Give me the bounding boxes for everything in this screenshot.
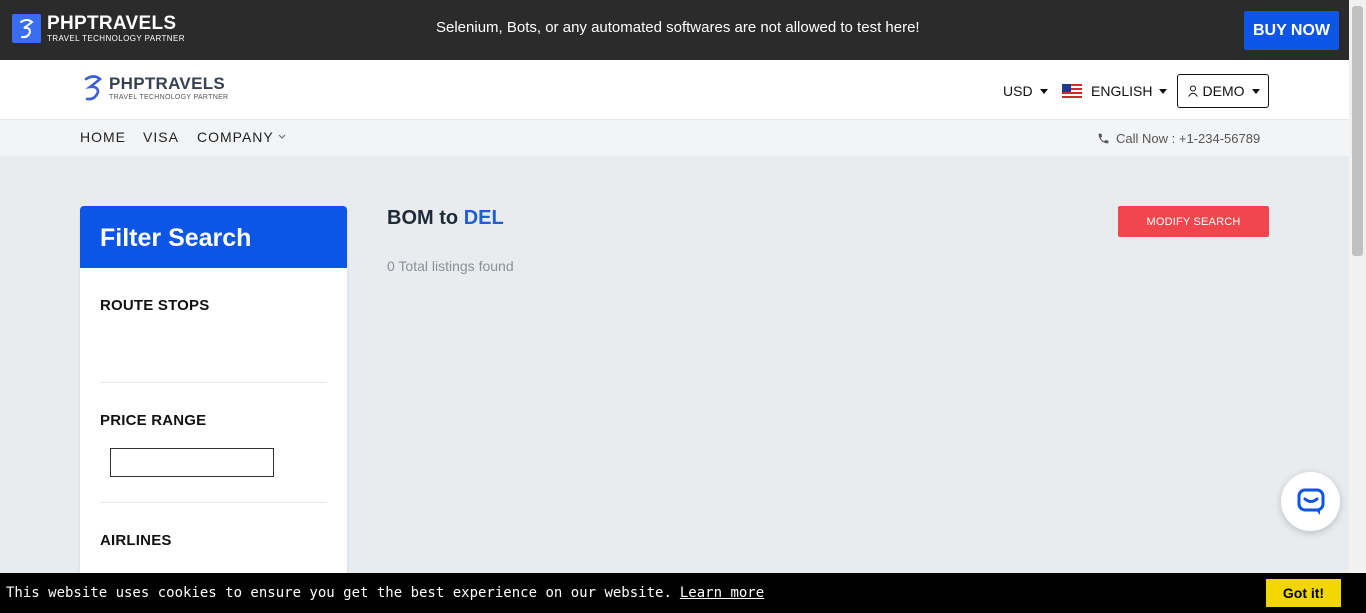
caret-down-icon — [1251, 88, 1260, 94]
route-title: BOM to DEL — [387, 207, 504, 230]
user-icon — [1187, 85, 1198, 97]
header-logo-tagline: TRAVEL TECHNOLOGY PARTNER — [109, 94, 229, 101]
listings-count: 0 Total listings found — [387, 258, 514, 274]
account-dropdown-button[interactable]: DEMO — [1177, 74, 1269, 108]
modify-search-button[interactable]: MODIFY SEARCH — [1118, 206, 1269, 237]
account-label: DEMO — [1202, 83, 1245, 99]
call-now-text: Call Now : +1-234-56789 — [1116, 131, 1261, 146]
caret-down-icon — [1159, 88, 1168, 94]
nav-item-home[interactable]: HOME — [80, 129, 126, 145]
nav-item-visa[interactable]: VISA — [143, 129, 179, 145]
phptravels-logo-icon — [84, 75, 103, 101]
route-destination: DEL — [463, 207, 504, 229]
page-scrollbar[interactable] — [1349, 0, 1366, 613]
promo-logo[interactable]: PHPTRAVELS TRAVEL TECHNOLOGY PARTNER — [12, 14, 185, 43]
currency-label: USD — [1003, 83, 1033, 99]
chat-icon — [1297, 488, 1324, 515]
phptravels-logo-icon — [12, 14, 41, 43]
route-stops-heading: ROUTE STOPS — [100, 297, 210, 314]
nav-item-company-label: COMPANY — [197, 129, 274, 145]
language-dropdown[interactable]: ENGLISH — [1062, 83, 1168, 99]
price-range-heading: PRICE RANGE — [100, 412, 207, 429]
main-nav: HOME VISA COMPANY Call Now : +1-234-5678… — [0, 120, 1349, 156]
scrollbar-thumb[interactable] — [1352, 6, 1363, 256]
site-header: PHPTRAVELS TRAVEL TECHNOLOGY PARTNER USD… — [0, 60, 1349, 120]
price-range-input[interactable] — [110, 448, 274, 477]
automation-notice: Selenium, Bots, or any automated softwar… — [436, 19, 920, 36]
learn-more-link[interactable]: Learn more — [680, 585, 764, 601]
us-flag-icon — [1062, 84, 1082, 98]
divider — [100, 382, 327, 383]
chat-widget-button[interactable] — [1281, 472, 1340, 531]
route-connector: to — [439, 207, 459, 229]
cookie-message: This website uses cookies to ensure you … — [6, 585, 672, 601]
nav-item-company[interactable]: COMPANY — [197, 129, 286, 145]
buy-now-button[interactable]: BUY NOW — [1244, 11, 1339, 50]
promo-logo-name: PHPTRAVELS — [47, 13, 177, 34]
filter-title: Filter Search — [80, 206, 347, 268]
header-logo[interactable]: PHPTRAVELS TRAVEL TECHNOLOGY PARTNER — [82, 74, 228, 102]
divider — [100, 502, 327, 503]
call-now[interactable]: Call Now : +1-234-56789 — [1097, 131, 1260, 146]
route-origin: BOM — [387, 207, 434, 229]
filter-panel: Filter Search ROUTE STOPS PRICE RANGE AI… — [80, 206, 347, 586]
currency-dropdown[interactable]: USD — [1003, 83, 1048, 99]
chevron-down-icon — [278, 134, 286, 139]
phone-icon — [1098, 133, 1109, 144]
cookie-banner: This website uses cookies to ensure you … — [0, 573, 1366, 613]
accept-cookies-button[interactable]: Got it! — [1266, 579, 1341, 607]
header-logo-name: PHPTRAVELS — [109, 74, 226, 93]
promo-logo-tagline: TRAVEL TECHNOLOGY PARTNER — [47, 34, 185, 43]
promo-bar: PHPTRAVELS TRAVEL TECHNOLOGY PARTNER Sel… — [0, 0, 1349, 60]
caret-down-icon — [1039, 88, 1048, 94]
language-label: ENGLISH — [1091, 83, 1153, 99]
airlines-heading: AIRLINES — [100, 532, 172, 549]
